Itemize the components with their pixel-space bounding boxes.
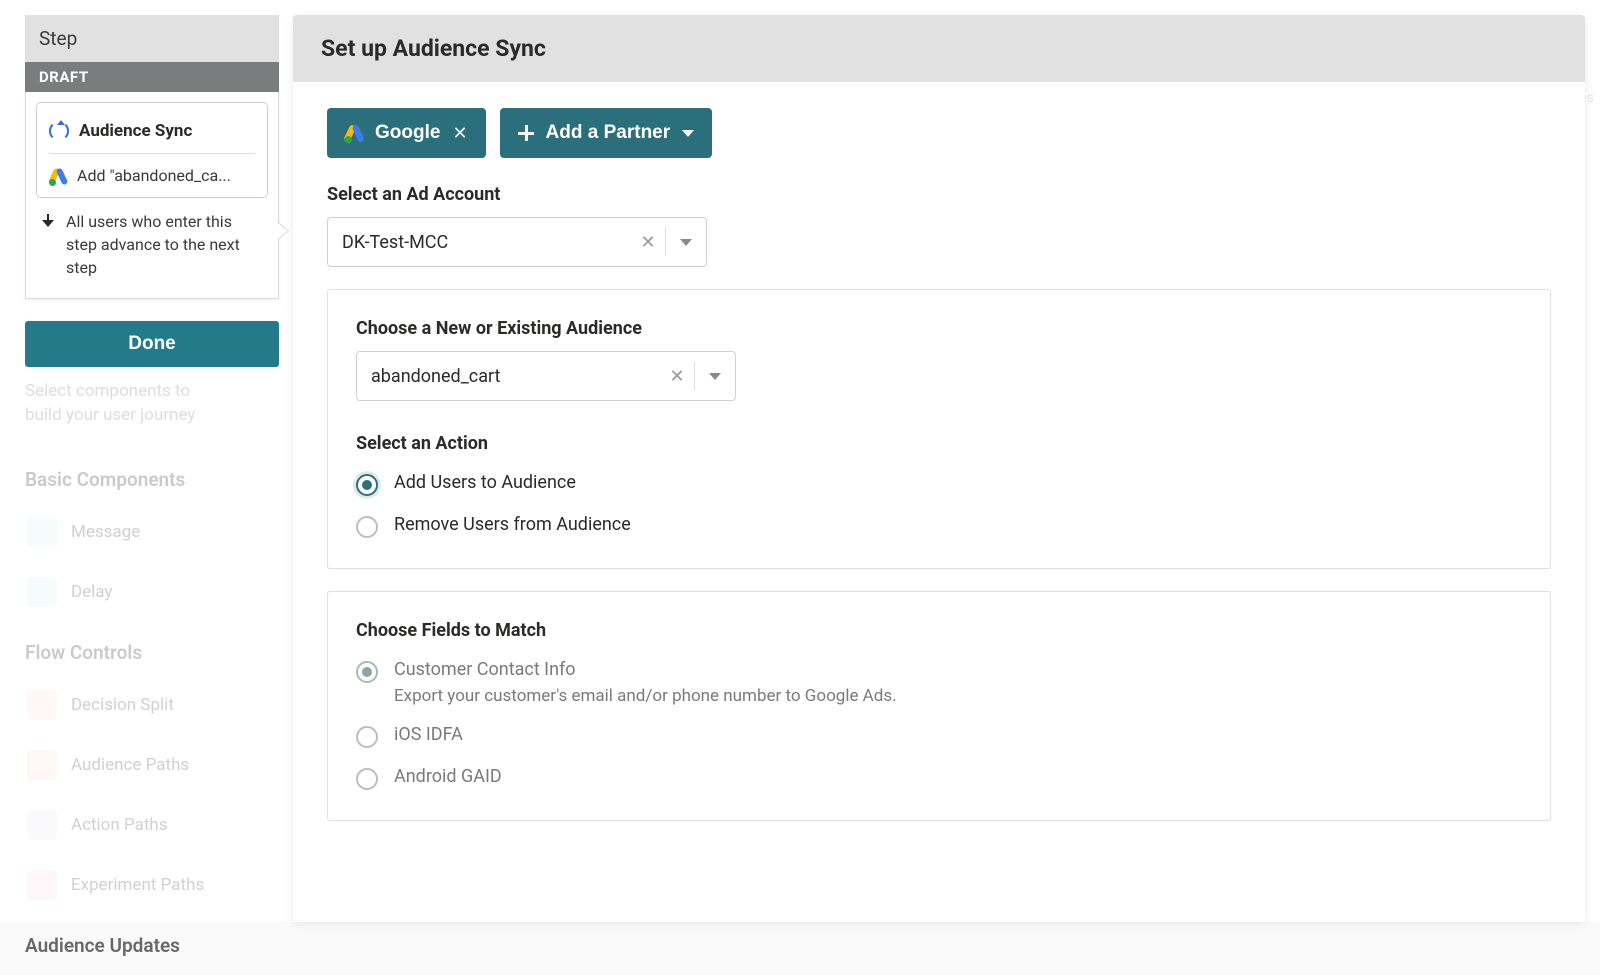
step-panel: Step DRAFT Audience Sync Add "abandoned_… [25,15,279,367]
step-subrow: Add "abandoned_ca... [49,160,255,191]
radio-label: iOS IDFA [394,724,463,745]
google-ads-icon [49,167,67,185]
radio-add-users[interactable]: Add Users to Audience [356,472,1522,496]
radio-label: Customer Contact Info [394,659,897,680]
chevron-down-icon[interactable] [666,239,706,246]
audience-value: abandoned_cart [357,366,660,387]
ad-account-value: DK-Test-MCC [328,232,631,253]
message-icon [27,517,57,547]
bg-item-delay: Delay [25,569,245,615]
radio-remove-users[interactable]: Remove Users from Audience [356,514,1522,538]
config-body: Google ✕ Add a Partner Select an Ad Acco… [293,82,1585,851]
audience-label: Choose a New or Existing Audience [356,318,1522,339]
decision-icon [27,690,57,720]
chevron-down-icon[interactable] [695,373,735,380]
match-fields-section: Choose Fields to Match Customer Contact … [327,591,1551,821]
radio-label: Add Users to Audience [394,472,576,493]
config-header: Set up Audience Sync [293,15,1585,82]
audience-action-section: Choose a New or Existing Audience abando… [327,289,1551,569]
step-card-inner: Audience Sync Add "abandoned_ca... [36,102,268,198]
clear-icon[interactable]: ✕ [631,232,665,253]
experiment-icon [27,870,57,900]
radio-label: Android GAID [394,766,502,787]
chevron-down-icon [682,130,694,137]
action-label: Select an Action [356,433,1522,454]
bg-item-action-paths: Action Paths [25,802,245,848]
bg-item-experiment-paths: Experiment Paths [25,862,245,908]
add-partner-label: Add a Partner [546,122,671,144]
radio-ios-idfa[interactable]: iOS IDFA [356,724,1522,748]
close-icon[interactable]: ✕ [452,124,467,142]
radio-icon [356,516,378,538]
config-panel: Set up Audience Sync Google ✕ Add a Part… [293,15,1585,922]
radio-icon [356,768,378,790]
match-fields-label: Choose Fields to Match [356,620,1522,641]
radio-android-gaid[interactable]: Android GAID [356,766,1522,790]
arrow-down-icon [40,214,56,230]
bg-item-decision-split: Decision Split [25,682,245,728]
action-icon [27,810,57,840]
bg-section-flow: Flow Controls [25,641,245,664]
radio-label: Remove Users from Audience [394,514,631,535]
status-badge: DRAFT [25,62,279,92]
ad-account-select[interactable]: DK-Test-MCC ✕ [327,217,707,267]
step-title: Audience Sync [79,121,192,141]
done-button[interactable]: Done [25,321,279,367]
bg-item-message: Message [25,509,245,555]
radio-sublabel: Export your customer's email and/or phon… [394,686,897,706]
radio-icon [356,661,378,683]
radio-icon [356,474,378,496]
partner-chip-google[interactable]: Google ✕ [327,108,486,158]
bg-section-audience-updates: Audience Updates [25,934,245,957]
step-sub-label: Add "abandoned_ca... [77,166,231,185]
audience-select[interactable]: abandoned_cart ✕ [356,351,736,401]
step-card[interactable]: Audience Sync Add "abandoned_ca... All u… [25,92,279,299]
delay-icon [27,577,57,607]
audience-icon [27,750,57,780]
radio-contact-info[interactable]: Customer Contact Info Export your custom… [356,659,1522,706]
plus-icon [518,125,534,141]
page-title: Set up Audience Sync [321,35,1557,62]
partner-chip-label: Google [375,122,440,144]
partner-chip-row: Google ✕ Add a Partner [327,108,1551,158]
radio-icon [356,726,378,748]
sync-icon [49,121,69,141]
divider [49,153,255,154]
add-partner-button[interactable]: Add a Partner [500,108,713,158]
step-header: Step [25,15,279,62]
google-ads-icon [345,124,364,143]
step-title-row: Audience Sync [49,115,255,147]
advance-note: All users who enter this step advance to… [36,198,268,284]
bg-item-audience-paths: Audience Paths [25,742,245,788]
clear-icon[interactable]: ✕ [660,366,694,387]
bg-hint: Select components to build your user jou… [25,380,245,428]
ad-account-label: Select an Ad Account [327,184,1551,205]
step-connector-arrow-icon [278,222,289,240]
bg-section-basic: Basic Components [25,468,245,491]
